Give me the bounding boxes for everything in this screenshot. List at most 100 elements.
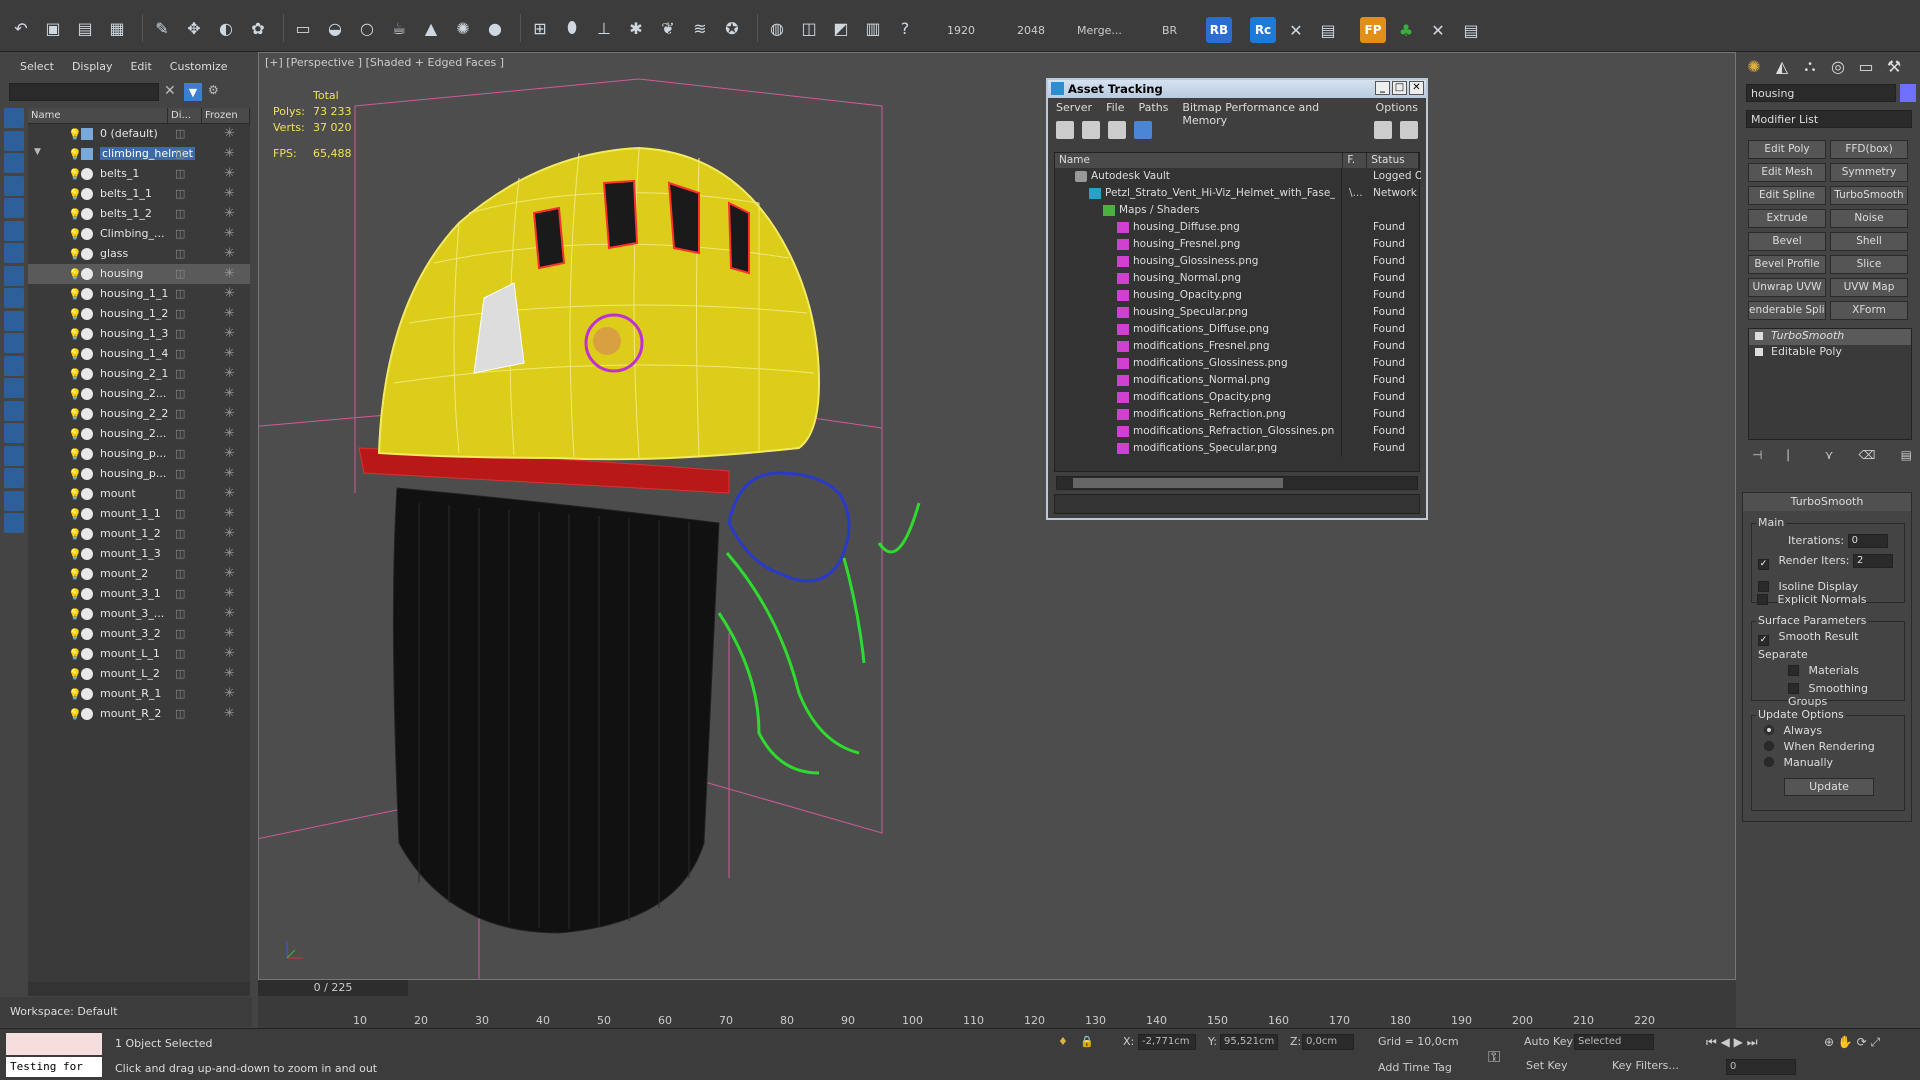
maximize-icon[interactable]: □ [1392, 81, 1407, 95]
freeze-toggle-icon[interactable]: ✳ [224, 166, 235, 181]
display-toggle-icon[interactable]: ◫ [175, 447, 185, 460]
display-toggle-icon[interactable]: ◫ [175, 247, 185, 260]
fp-button[interactable]: FP [1360, 17, 1386, 43]
sun-icon[interactable]: ✺ [450, 15, 476, 41]
asset-row[interactable]: modifications_Refraction.png Found [1055, 406, 1419, 423]
visibility-bulb-icon[interactable]: 💡 [68, 608, 82, 621]
pin-stack-icon[interactable]: ⊣ [1752, 448, 1762, 463]
close-icon[interactable]: ✕ [1409, 81, 1424, 95]
display-toggle-icon[interactable]: ◫ [175, 487, 185, 500]
freeze-toggle-icon[interactable]: ✳ [224, 466, 235, 481]
asset-row[interactable]: Autodesk Vault Logged Ou [1055, 168, 1421, 185]
context-help-icon[interactable] [1400, 121, 1418, 139]
visibility-bulb-icon[interactable]: 💡 [68, 288, 82, 301]
make-unique-icon[interactable]: ⋎ [1825, 448, 1834, 463]
smoothing-groups-checkbox[interactable] [1788, 683, 1799, 694]
asset-row[interactable]: modifications_Normal.png Found [1055, 372, 1419, 389]
modifier-button[interactable]: Symmetry [1830, 163, 1908, 182]
explorer-tool-icon[interactable] [4, 243, 24, 263]
freeze-toggle-icon[interactable]: ✳ [224, 666, 235, 681]
asset-hscrollbar[interactable] [1056, 476, 1418, 490]
table-icon[interactable]: ▤ [1458, 17, 1484, 43]
explorer-tool-icon[interactable] [4, 130, 24, 151]
asset-row[interactable]: Petzl_Strato_Vent_Hi-Viz_Helmet_with_Fas… [1055, 185, 1421, 202]
tree-row[interactable]: 💡 housing_2... ◫ ✳ [28, 424, 250, 444]
freeze-toggle-icon[interactable]: ✳ [224, 406, 235, 421]
freeze-toggle-icon[interactable]: ✳ [224, 486, 235, 501]
freeze-toggle-icon[interactable]: ✳ [224, 566, 235, 581]
current-frame-field[interactable]: 0 [1726, 1059, 1796, 1075]
shell-icon[interactable]: ✪ [719, 15, 745, 41]
visibility-bulb-icon[interactable]: 💡 [68, 308, 82, 321]
y-coord-field[interactable]: 95,521cm [1220, 1034, 1278, 1050]
tree-row[interactable]: 💡 housing_1_3 ◫ ✳ [28, 324, 250, 344]
help-icon[interactable] [1374, 121, 1392, 139]
visibility-bulb-icon[interactable]: 💡 [68, 128, 82, 141]
explorer-tool-icon[interactable] [4, 265, 24, 286]
tree-row[interactable]: 💡 belts_1 ◫ ✳ [28, 164, 250, 184]
visibility-bulb-icon[interactable]: 💡 [68, 488, 82, 501]
asset-row[interactable]: modifications_Specular.png Found [1055, 440, 1419, 457]
visibility-bulb-icon[interactable]: 💡 [68, 648, 82, 661]
layers-icon[interactable]: ▥ [860, 15, 886, 41]
collapse-arrow-icon[interactable]: ▼ [34, 147, 41, 157]
menu-display[interactable]: Display [72, 60, 113, 73]
explorer-tool-icon[interactable] [4, 333, 24, 353]
visibility-bulb-icon[interactable]: 💡 [68, 568, 82, 581]
visibility-bulb-icon[interactable]: 💡 [68, 428, 82, 441]
explorer-tool-icon[interactable] [4, 310, 24, 331]
cone-icon[interactable]: ▲ [418, 15, 444, 41]
hair-icon[interactable]: ≋ [687, 15, 713, 41]
visibility-bulb-icon[interactable]: 💡 [68, 148, 82, 161]
material-browser-icon[interactable]: ◩ [828, 15, 854, 41]
rb-button[interactable]: RB [1206, 17, 1232, 43]
table-view-icon[interactable] [1108, 121, 1126, 139]
visibility-bulb-icon[interactable]: 💡 [68, 588, 82, 601]
menu-file[interactable]: File [1106, 101, 1124, 114]
sphere-icon[interactable]: ○ [354, 15, 380, 41]
display-toggle-icon[interactable]: ◫ [175, 127, 185, 140]
visibility-bulb-icon[interactable]: 💡 [68, 388, 82, 401]
display-toggle-icon[interactable]: ◫ [175, 407, 185, 420]
freeze-toggle-icon[interactable]: ✳ [224, 146, 235, 161]
visibility-bulb-icon[interactable]: 💡 [68, 668, 82, 681]
stack-bullet-icon[interactable] [1755, 348, 1763, 356]
capsule-icon[interactable]: ⬮ [559, 15, 585, 41]
visibility-bulb-icon[interactable]: 💡 [68, 508, 82, 521]
modifier-button[interactable]: Noise [1830, 209, 1908, 228]
display-toggle-icon[interactable]: ◫ [175, 667, 185, 680]
menu-bitmap-performance[interactable]: Bitmap Performance and Memory [1182, 101, 1361, 127]
stack-bullet-icon[interactable] [1755, 332, 1763, 340]
resolution-width[interactable]: 1920 [947, 24, 975, 37]
visibility-bulb-icon[interactable]: 💡 [68, 468, 82, 481]
update-button[interactable]: Update [1784, 778, 1874, 796]
freeze-toggle-icon[interactable]: ✳ [224, 706, 235, 721]
visibility-bulb-icon[interactable]: 💡 [68, 348, 82, 361]
tree-row[interactable]: 💡 Climbing_... ◫ ✳ [28, 224, 250, 244]
col-status[interactable]: Status [1367, 153, 1419, 168]
display-toggle-icon[interactable]: ◫ [175, 707, 185, 720]
explorer-tool-icon[interactable] [4, 423, 24, 443]
scatter-icon[interactable]: ✕ [1425, 17, 1451, 43]
display-toggle-icon[interactable]: ◫ [175, 147, 185, 160]
display-toggle-icon[interactable]: ◫ [175, 327, 185, 340]
tree-row[interactable]: 💡 0 (default) ◫ ✳ [28, 124, 250, 144]
helper-icon[interactable]: ◐ [213, 15, 239, 41]
freeze-toggle-icon[interactable]: ✳ [224, 326, 235, 341]
grid-tool-icon[interactable]: ⊞ [527, 15, 553, 41]
tree-row[interactable]: 💡 housing_1_2 ◫ ✳ [28, 304, 250, 324]
remove-modifier-icon[interactable]: ⌫ [1859, 448, 1876, 463]
hierarchy-tab-icon[interactable]: ⛬ [1798, 54, 1822, 78]
stack-item[interactable]: TurboSmooth [1749, 329, 1911, 345]
tree-row[interactable]: 💡 housing_1_1 ◫ ✳ [28, 284, 250, 304]
explorer-tool-icon[interactable] [4, 468, 24, 488]
tree-row[interactable]: 💡 belts_1_2 ◫ ✳ [28, 204, 250, 224]
asset-row[interactable]: modifications_Glossiness.png Found [1055, 355, 1419, 372]
always-radio[interactable] [1764, 725, 1774, 735]
stack-item[interactable]: Editable Poly [1749, 345, 1911, 361]
display-toggle-icon[interactable]: ◫ [175, 427, 185, 440]
configure-sets-icon[interactable]: ▤ [1901, 448, 1912, 463]
col-frozen[interactable]: Frozen [202, 108, 250, 123]
freeze-toggle-icon[interactable]: ✳ [224, 286, 235, 301]
isoline-checkbox[interactable] [1758, 581, 1769, 592]
